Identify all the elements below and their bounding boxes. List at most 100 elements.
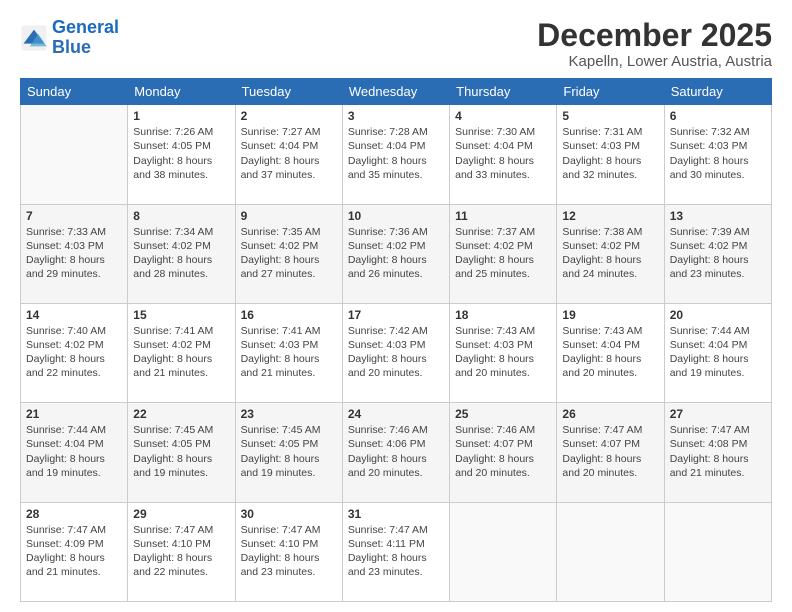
table-row: 28Sunrise: 7:47 AM Sunset: 4:09 PM Dayli… — [21, 502, 128, 601]
day-info: Sunrise: 7:43 AM Sunset: 4:04 PM Dayligh… — [562, 324, 658, 381]
day-info: Sunrise: 7:26 AM Sunset: 4:05 PM Dayligh… — [133, 125, 229, 182]
day-info: Sunrise: 7:47 AM Sunset: 4:10 PM Dayligh… — [241, 523, 337, 580]
calendar-week-5: 28Sunrise: 7:47 AM Sunset: 4:09 PM Dayli… — [21, 502, 772, 601]
day-number: 31 — [348, 507, 444, 521]
day-number: 13 — [670, 209, 766, 223]
table-row: 20Sunrise: 7:44 AM Sunset: 4:04 PM Dayli… — [664, 303, 771, 402]
table-row — [664, 502, 771, 601]
table-row: 11 Sunrise: 7:37 AM Sunset: 4:02 PM Dayli… — [450, 204, 557, 303]
month-title: December 2025 — [537, 18, 772, 53]
day-number: 10 — [348, 209, 444, 223]
table-row: 29 Sunrise: 7:47 AM Sunset: 4:10 PM Dayli… — [128, 502, 235, 601]
calendar-header-row: Sunday Monday Tuesday Wednesday Thursday… — [21, 79, 772, 105]
calendar: Sunday Monday Tuesday Wednesday Thursday… — [20, 78, 772, 602]
table-row — [557, 502, 664, 601]
day-info: Sunrise: 7:32 AM Sunset: 4:03 PM Dayligh… — [670, 125, 766, 182]
day-number: 21 — [26, 407, 122, 421]
table-row: 2Sunrise: 7:27 AM Sunset: 4:04 PM Daylig… — [235, 105, 342, 204]
day-info: Sunrise: 7:47 AM Sunset: 4:07 PM Dayligh… — [562, 423, 658, 480]
day-info: Sunrise: 7:28 AM Sunset: 4:04 PM Dayligh… — [348, 125, 444, 182]
subtitle: Kapelln, Lower Austria, Austria — [537, 53, 772, 70]
day-number: 22 — [133, 407, 229, 421]
title-section: December 2025 Kapelln, Lower Austria, Au… — [537, 18, 772, 70]
day-info: Sunrise: 7:47 AM Sunset: 4:08 PM Dayligh… — [670, 423, 766, 480]
day-info: Sunrise: 7:46 AM Sunset: 4:07 PM Dayligh… — [455, 423, 551, 480]
day-info: Sunrise: 7:37 AM Sunset: 4:02 PM Dayligh… — [455, 225, 551, 282]
table-row: 19 Sunrise: 7:43 AM Sunset: 4:04 PM Dayli… — [557, 303, 664, 402]
header: General Blue December 2025 Kapelln, Lowe… — [20, 18, 772, 70]
day-info: Sunrise: 7:47 AM Sunset: 4:10 PM Dayligh… — [133, 523, 229, 580]
day-number: 27 — [670, 407, 766, 421]
day-number: 30 — [241, 507, 337, 521]
day-info: Sunrise: 7:34 AM Sunset: 4:02 PM Dayligh… — [133, 225, 229, 282]
table-row: 12 Sunrise: 7:38 AM Sunset: 4:02 PM Dayli… — [557, 204, 664, 303]
table-row: 16 Sunrise: 7:41 AM Sunset: 4:03 PM Dayli… — [235, 303, 342, 402]
logo: General Blue — [20, 18, 119, 58]
day-number: 15 — [133, 308, 229, 322]
table-row: 10 Sunrise: 7:36 AM Sunset: 4:02 PM Dayli… — [342, 204, 449, 303]
logo-line1: General — [52, 17, 119, 37]
header-wednesday: Wednesday — [342, 79, 449, 105]
table-row: 23Sunrise: 7:45 AM Sunset: 4:05 PM Dayli… — [235, 403, 342, 502]
day-info: Sunrise: 7:41 AM Sunset: 4:02 PM Dayligh… — [133, 324, 229, 381]
day-info: Sunrise: 7:46 AM Sunset: 4:06 PM Dayligh… — [348, 423, 444, 480]
header-friday: Friday — [557, 79, 664, 105]
table-row: 30 Sunrise: 7:47 AM Sunset: 4:10 PM Dayli… — [235, 502, 342, 601]
table-row: 26 Sunrise: 7:47 AM Sunset: 4:07 PM Dayli… — [557, 403, 664, 502]
header-sunday: Sunday — [21, 79, 128, 105]
calendar-week-4: 21 Sunrise: 7:44 AM Sunset: 4:04 PM Dayli… — [21, 403, 772, 502]
day-number: 11 — [455, 209, 551, 223]
day-number: 12 — [562, 209, 658, 223]
table-row: 15 Sunrise: 7:41 AM Sunset: 4:02 PM Dayli… — [128, 303, 235, 402]
day-number: 18 — [455, 308, 551, 322]
logo-line2: Blue — [52, 37, 91, 57]
day-info: Sunrise: 7:33 AM Sunset: 4:03 PM Dayligh… — [26, 225, 122, 282]
day-number: 26 — [562, 407, 658, 421]
day-info: Sunrise: 7:30 AM Sunset: 4:04 PM Dayligh… — [455, 125, 551, 182]
table-row: 14Sunrise: 7:40 AM Sunset: 4:02 PM Dayli… — [21, 303, 128, 402]
day-info: Sunrise: 7:38 AM Sunset: 4:02 PM Dayligh… — [562, 225, 658, 282]
table-row: 31Sunrise: 7:47 AM Sunset: 4:11 PM Dayli… — [342, 502, 449, 601]
day-number: 3 — [348, 109, 444, 123]
table-row — [21, 105, 128, 204]
logo-icon — [20, 24, 48, 52]
day-info: Sunrise: 7:43 AM Sunset: 4:03 PM Dayligh… — [455, 324, 551, 381]
day-number: 29 — [133, 507, 229, 521]
table-row: 9Sunrise: 7:35 AM Sunset: 4:02 PM Daylig… — [235, 204, 342, 303]
day-number: 16 — [241, 308, 337, 322]
day-number: 17 — [348, 308, 444, 322]
table-row: 18 Sunrise: 7:43 AM Sunset: 4:03 PM Dayli… — [450, 303, 557, 402]
day-info: Sunrise: 7:41 AM Sunset: 4:03 PM Dayligh… — [241, 324, 337, 381]
table-row: 3 Sunrise: 7:28 AM Sunset: 4:04 PM Daylig… — [342, 105, 449, 204]
table-row: 7Sunrise: 7:33 AM Sunset: 4:03 PM Daylig… — [21, 204, 128, 303]
table-row: 8Sunrise: 7:34 AM Sunset: 4:02 PM Daylig… — [128, 204, 235, 303]
table-row: 22Sunrise: 7:45 AM Sunset: 4:05 PM Dayli… — [128, 403, 235, 502]
table-row: 27 Sunrise: 7:47 AM Sunset: 4:08 PM Dayli… — [664, 403, 771, 502]
day-info: Sunrise: 7:27 AM Sunset: 4:04 PM Dayligh… — [241, 125, 337, 182]
table-row: 1Sunrise: 7:26 AM Sunset: 4:05 PM Daylig… — [128, 105, 235, 204]
table-row: 6Sunrise: 7:32 AM Sunset: 4:03 PM Daylig… — [664, 105, 771, 204]
day-info: Sunrise: 7:31 AM Sunset: 4:03 PM Dayligh… — [562, 125, 658, 182]
table-row: 4Sunrise: 7:30 AM Sunset: 4:04 PM Daylig… — [450, 105, 557, 204]
day-info: Sunrise: 7:44 AM Sunset: 4:04 PM Dayligh… — [26, 423, 122, 480]
day-info: Sunrise: 7:44 AM Sunset: 4:04 PM Dayligh… — [670, 324, 766, 381]
day-info: Sunrise: 7:47 AM Sunset: 4:09 PM Dayligh… — [26, 523, 122, 580]
day-info: Sunrise: 7:42 AM Sunset: 4:03 PM Dayligh… — [348, 324, 444, 381]
calendar-week-1: 1Sunrise: 7:26 AM Sunset: 4:05 PM Daylig… — [21, 105, 772, 204]
day-number: 5 — [562, 109, 658, 123]
header-saturday: Saturday — [664, 79, 771, 105]
header-monday: Monday — [128, 79, 235, 105]
day-number: 19 — [562, 308, 658, 322]
calendar-week-3: 14Sunrise: 7:40 AM Sunset: 4:02 PM Dayli… — [21, 303, 772, 402]
table-row: 25Sunrise: 7:46 AM Sunset: 4:07 PM Dayli… — [450, 403, 557, 502]
logo-text: General Blue — [52, 18, 119, 58]
page: General Blue December 2025 Kapelln, Lowe… — [0, 0, 792, 612]
table-row — [450, 502, 557, 601]
header-thursday: Thursday — [450, 79, 557, 105]
day-info: Sunrise: 7:36 AM Sunset: 4:02 PM Dayligh… — [348, 225, 444, 282]
table-row: 21 Sunrise: 7:44 AM Sunset: 4:04 PM Dayli… — [21, 403, 128, 502]
day-info: Sunrise: 7:35 AM Sunset: 4:02 PM Dayligh… — [241, 225, 337, 282]
day-number: 23 — [241, 407, 337, 421]
header-tuesday: Tuesday — [235, 79, 342, 105]
day-info: Sunrise: 7:39 AM Sunset: 4:02 PM Dayligh… — [670, 225, 766, 282]
